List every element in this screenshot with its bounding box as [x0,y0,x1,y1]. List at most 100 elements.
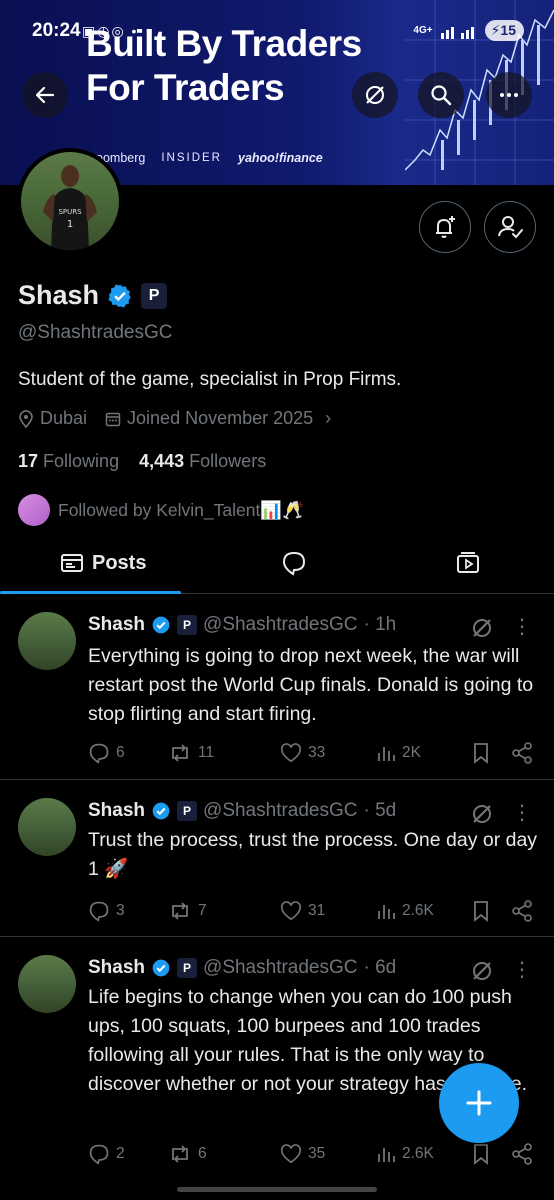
profile-avatar[interactable]: SPURS 1 [17,148,123,254]
media-icon [457,552,479,573]
repost-button[interactable]: 11 [168,742,280,764]
reply-button[interactable]: 3 [88,900,168,922]
post-avatar[interactable] [18,798,76,856]
grok-button[interactable] [352,72,398,118]
battery-indicator: ⚡15 [484,20,524,41]
tab-posts[interactable]: Posts [60,532,146,594]
yahoo-finance-logo: yahoo!finance [238,151,323,165]
avatar-photo: SPURS 1 [21,152,119,250]
share-icon[interactable] [511,742,533,764]
post-item[interactable]: Shash P @ShashtradesGC · 1h ⋮ Everything… [0,594,554,780]
location-pin-icon [19,409,33,428]
views-icon [378,905,395,919]
affiliate-badge-icon: P [177,801,198,821]
post-more-icon[interactable]: ⋮ [512,957,532,982]
post-actions: 3 7 31 2.6K [88,900,538,922]
repost-count: 6 [198,1145,207,1162]
back-button[interactable] [22,72,68,118]
posts-icon [61,554,83,572]
share-icon[interactable] [511,1143,533,1165]
banner-title-line2: For Traders [86,67,285,108]
views-button[interactable]: 2K [376,743,471,763]
heart-icon [280,901,302,921]
affiliate-badge-icon[interactable]: P [141,282,168,309]
more-options-button[interactable] [486,72,532,118]
post-timestamp: · 1h [363,614,397,635]
profile-joined[interactable]: Joined November 2025 › [105,408,331,429]
verified-badge-icon[interactable] [107,283,133,309]
search-button[interactable] [418,72,464,118]
profile-meta: Dubai Joined November 2025 › [18,408,331,429]
views-button[interactable]: 2.6K [376,901,471,921]
following-count: 17 [18,451,39,471]
like-button[interactable]: 31 [280,901,376,921]
like-count: 31 [308,902,326,919]
svg-text:SPURS: SPURS [58,208,82,216]
grok-icon[interactable] [470,616,494,640]
reply-icon [282,551,306,576]
views-button[interactable]: 2.6K [376,1144,471,1164]
compose-post-button[interactable] [439,1063,519,1143]
share-icon[interactable] [511,900,533,922]
views-icon [378,747,395,761]
like-count: 35 [308,1145,326,1162]
repost-button[interactable]: 6 [168,1143,280,1165]
follower-avatar [18,494,50,526]
followers-link[interactable]: 4,443 Followers [139,451,266,471]
grok-icon[interactable] [470,959,494,983]
svg-text:1: 1 [67,219,73,230]
signal-icon [440,26,474,39]
home-indicator[interactable] [177,1187,377,1192]
post-author-handle[interactable]: @ShashtradesGC [203,957,357,979]
post-actions: 6 11 33 2K [88,742,538,764]
repost-count: 7 [198,902,207,919]
post-author-handle[interactable]: @ShashtradesGC [203,614,357,636]
reply-button[interactable]: 6 [88,742,168,764]
like-count: 33 [308,744,326,761]
reply-count: 6 [116,744,125,761]
chevron-right-icon: › [325,408,332,428]
following-link[interactable]: 17 Following [18,451,119,471]
following-button[interactable] [484,201,536,253]
post-author-handle[interactable]: @ShashtradesGC [203,800,357,822]
more-icon [500,93,518,97]
bookmark-icon[interactable] [471,1143,491,1165]
like-button[interactable]: 35 [280,1144,376,1164]
bookmark-icon[interactable] [471,742,491,764]
post-author-name[interactable]: Shash [88,614,145,636]
post-author-name[interactable]: Shash [88,957,145,979]
reply-count: 3 [116,902,125,919]
post-actions: 2 6 35 2.6K [88,1143,538,1165]
repost-button[interactable]: 7 [168,900,280,922]
bookmark-icon[interactable] [471,900,491,922]
tab-media[interactable] [455,532,481,594]
post-text: Trust the process, trust the process. On… [88,829,538,880]
post-author-name[interactable]: Shash [88,800,145,822]
followed-by[interactable]: Followed by Kelvin_Talent📊🥂 [18,494,304,526]
post-more-icon[interactable]: ⋮ [512,614,532,639]
post-timestamp: · 6d [363,957,397,978]
following-label: Following [43,451,120,471]
post-item[interactable]: Shash P @ShashtradesGC · 5d ⋮ Trust the … [0,780,554,937]
notifications-subscribe-button[interactable] [419,201,471,253]
tab-replies[interactable] [281,532,307,594]
status-notification-icons: ▣◷◎ • [82,23,139,39]
reply-button[interactable]: 2 [88,1143,168,1165]
heart-icon [280,1144,302,1164]
affiliate-badge-icon: P [177,615,198,635]
grok-icon[interactable] [470,802,494,826]
post-text: Everything is going to drop next week, t… [88,645,534,725]
reply-count: 2 [116,1145,125,1162]
plus-icon [466,1090,492,1116]
followers-count: 4,443 [139,451,185,471]
verified-badge-icon [152,616,170,634]
status-right: 4G+ ⚡15 [413,20,524,41]
repost-icon [172,1145,188,1163]
views-count: 2K [402,744,421,761]
profile-name: Shash P [18,280,168,311]
post-avatar[interactable] [18,612,76,670]
post-more-icon[interactable]: ⋮ [512,800,532,825]
like-button[interactable]: 33 [280,743,376,763]
post-avatar[interactable] [18,955,76,1013]
followed-by-text: Followed by Kelvin_Talent📊🥂 [58,499,304,520]
